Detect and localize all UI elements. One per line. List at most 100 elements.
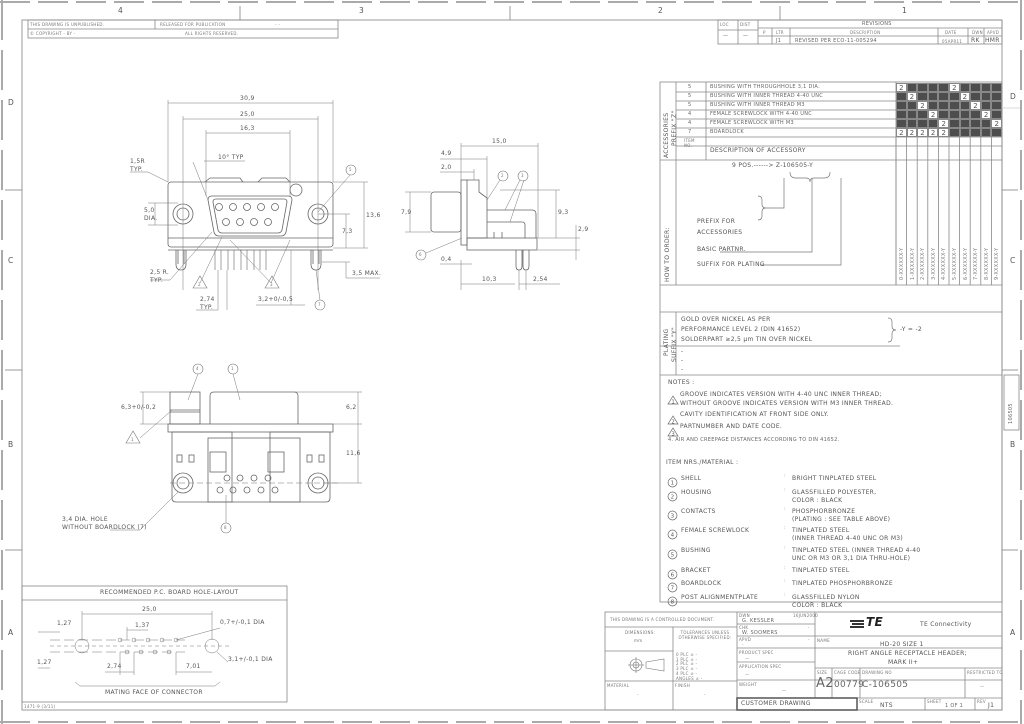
callout-7: 7 [318, 302, 321, 307]
form-code: 1471-9 (3/11) [24, 704, 56, 709]
note-4: 4. AIR AND CREEPAGE DISTANCES ACCORDING … [668, 437, 840, 443]
callout-6: 6 [419, 252, 422, 257]
rev-value: J1 [988, 702, 995, 709]
svg-text:4: 4 [671, 533, 675, 539]
note-triangle-icon: 1 [667, 390, 679, 409]
plating-suffix-label: SUFFIX "Y" [671, 326, 678, 362]
plating-result: -Y = -2 [900, 326, 923, 333]
accessory-description: FEMALE SCREWLOCK WITH 4-40 UNC [710, 111, 813, 117]
order-column-code: 1-XXXXXX-Y [909, 247, 916, 280]
revisions-header-date: DATE [945, 30, 957, 35]
separator: : [784, 592, 786, 597]
accessory-blank-cell [896, 110, 907, 119]
accessory-blank-cell [949, 128, 960, 137]
apvd-date: - [808, 637, 810, 642]
dim-4-9: 4,9 [441, 150, 452, 157]
accessory-blank-cell [991, 128, 1002, 137]
part-name-line3: MARK II+ [888, 659, 919, 666]
material-item-name: FEMALE SCREWLOCK [681, 527, 750, 534]
part-name-line2: RIGHT ANGLE RECEPTACLE HEADER; [848, 650, 967, 657]
separator: : [784, 525, 786, 530]
part-name-line1: HD-20 SIZE 1 [880, 641, 924, 648]
row-marker-b-right: B [1010, 440, 1016, 449]
dim-7-9: 7,9 [401, 209, 412, 216]
item-number-circle-icon: 4 [667, 525, 678, 544]
material-description-continued: (PLATING : SEE TABLE ABOVE) [792, 516, 891, 523]
dim-angle: 10° TYP [218, 154, 244, 161]
dim-11-6: 11,6 [346, 450, 361, 457]
controlled-document: THIS DRAWING IS A CONTROLLED DOCUMENT. [610, 617, 715, 622]
tolerance-row: ANGLES ± - [676, 675, 703, 681]
chk-date: - [808, 625, 810, 630]
revisions-header-apvd: APVD [987, 30, 1000, 35]
accessory-mark-cell: 2 [906, 128, 918, 137]
hole-note-line2: WITHOUT BOARDLOCK (7) [62, 524, 147, 531]
row-marker-b-left: B [8, 440, 14, 449]
material-description: TINPLATED PHOSPHORBRONZE [792, 580, 893, 587]
application-spec-value: — [745, 672, 750, 677]
side-tab-drawing-number: 106505 [1008, 403, 1014, 424]
dim-0-4: 0,4 [441, 256, 452, 263]
order-basic-partnr: BASIC PARTNR. [697, 246, 746, 253]
item-number-circle-icon: 5 [667, 545, 678, 564]
revisions-header-dwn: DWN [972, 30, 983, 35]
dim-30-9: 30,9 [240, 95, 255, 102]
accessory-mark-cell: 2 [959, 92, 971, 101]
accessory-mark-cell: 2 [896, 83, 907, 92]
accessory-item-no: 4 [688, 111, 692, 117]
accessory-blank-cell [906, 101, 918, 110]
dim-6-3: 6,3+0/-0,2 [121, 404, 157, 411]
finish-value: - [704, 692, 706, 697]
revision-dist-label: DIST [740, 22, 751, 27]
material-item-name: BUSHING [681, 547, 711, 554]
note-text-continued: WITHOUT GROOVE INDICATES VERSION WITH M3… [680, 400, 894, 407]
dwn-date: 16JUN2000 [793, 613, 819, 618]
order-column-code: 2-XXXXXX-Y [920, 247, 927, 280]
accessory-blank-cell [980, 92, 992, 101]
separator: : [784, 565, 786, 570]
copyright-icon: © [30, 31, 35, 36]
row-marker-a-right: A [1010, 628, 1016, 637]
accessory-blank-cell [949, 101, 960, 110]
accessory-item-no: 5 [688, 93, 692, 99]
released-for-publication: RELEASED FOR PUBLICATION [160, 22, 226, 27]
accessory-blank-cell [917, 92, 928, 101]
order-pattern: 9 POS.------> Z-106505-Y [732, 162, 814, 169]
accessories-header-description: DESCRIPTION OF ACCESSORY [710, 147, 806, 154]
material-description-continued: (INNER THREAD 4-40 UNC OR M3) [792, 535, 904, 542]
company-name: TE Connectivity [920, 621, 972, 628]
pcb-layout-title: RECOMMENDED P.C. BOARD HOLE-LAYOUT [100, 589, 239, 596]
note-text: CAVITY IDENTIFICATION AT FRONT SIDE ONLY… [680, 411, 829, 418]
accessory-blank-cell [896, 119, 907, 128]
accessory-blank-cell [959, 119, 971, 128]
dwn-value: G. KESSLER [742, 618, 775, 624]
plating-blank-1: - [681, 348, 684, 355]
dim-5-0-dia: DIA. [144, 215, 158, 222]
material-label: MATERIAL [607, 683, 630, 688]
separator: : [784, 473, 786, 478]
accessory-mark-cell: 2 [991, 119, 1002, 128]
sheet-label: SHEET [927, 699, 942, 704]
callout-5: 5 [349, 167, 352, 172]
dim-2-0: 2,0 [441, 164, 452, 171]
accessory-blank-cell [980, 83, 992, 92]
order-column-code: 5-XXXXXX-Y [952, 247, 958, 280]
accessory-blank-cell [970, 83, 981, 92]
accessory-mark-cell: 2 [927, 128, 939, 137]
material-description: TINPLATED STEEL [792, 527, 850, 534]
accessory-blank-cell [927, 101, 939, 110]
column-marker-2: 2 [658, 6, 664, 15]
svg-text:7: 7 [671, 586, 675, 592]
dim-2-54: 2,54 [533, 276, 548, 283]
material-description-continued: COLOR : BLACK [792, 497, 843, 504]
callout-3: 3 [521, 173, 524, 178]
scale-value: NTS [880, 702, 893, 709]
accessory-blank-cell [906, 83, 918, 92]
dim-15-0: 15,0 [492, 138, 507, 145]
order-suffix-plating: SUFFIX FOR PLATING [697, 261, 765, 268]
sheet-value: 1 OF 1 [945, 703, 964, 709]
dim-1-5r-typ: TYP. [130, 166, 144, 173]
revision-ltr: J1 [776, 38, 782, 44]
accessory-blank-cell [959, 110, 971, 119]
plating-side-label: PLATING [663, 328, 670, 356]
